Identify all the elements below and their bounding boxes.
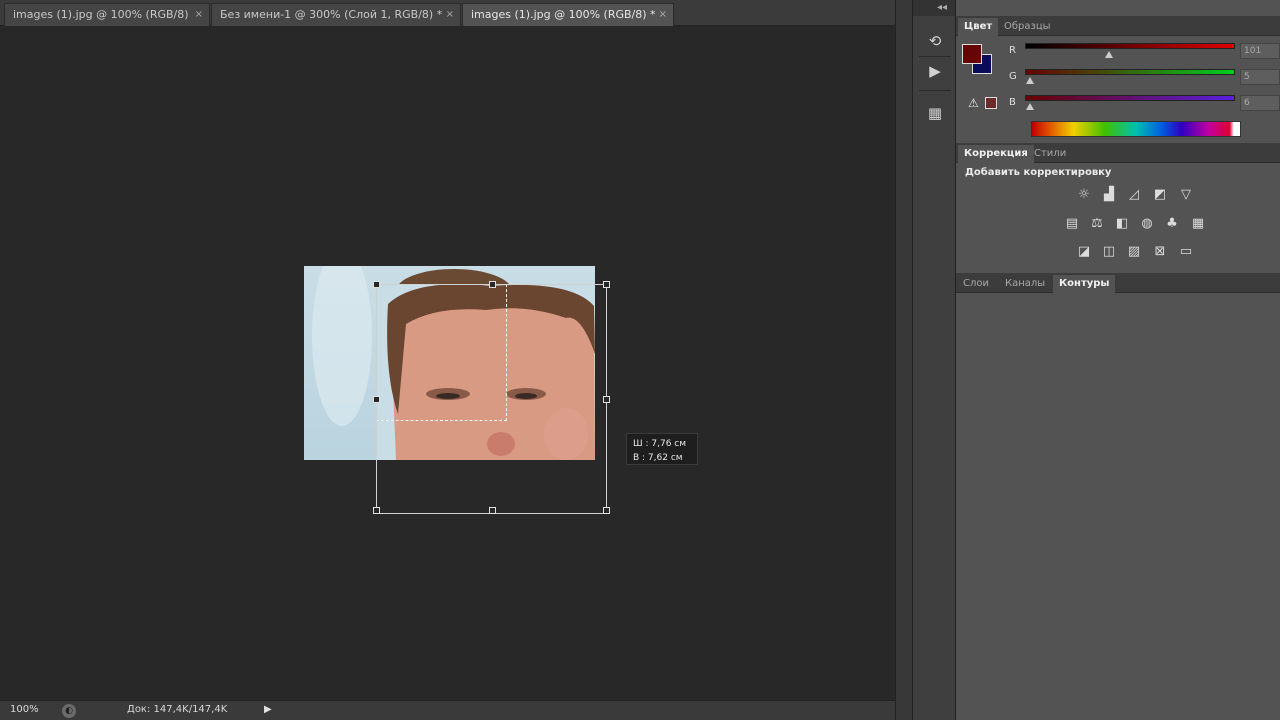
tab-styles[interactable]: Стили — [1028, 145, 1072, 163]
channel-value-g[interactable]: 5 — [1240, 69, 1280, 85]
layers-panel-tabs: Слои Каналы Контуры — [956, 273, 1280, 293]
selective-color-icon[interactable]: ⊠ — [1150, 243, 1170, 261]
transform-handle-top-left[interactable] — [373, 281, 380, 288]
color-balance-icon[interactable]: ⚖ — [1087, 215, 1107, 233]
right-panels: Цвет Образцы ⚠ R 101 G 5 B 6 Коррекция С… — [956, 0, 1280, 720]
brightness-contrast-icon[interactable]: ☼ — [1074, 186, 1094, 204]
document-tab-3[interactable]: images (1).jpg @ 100% (RGB/8) * × — [462, 3, 674, 26]
foreground-color-swatch[interactable] — [962, 44, 982, 64]
slider-thumb-blue[interactable] — [1026, 103, 1035, 110]
slider-blue[interactable] — [1025, 95, 1235, 110]
paths-panel-content — [956, 293, 1280, 720]
close-icon[interactable]: × — [195, 4, 203, 25]
collapsed-panel-dock: ◂◂ ⟲ ▶ ▦ — [912, 0, 956, 720]
color-spectrum-bar[interactable] — [1031, 121, 1241, 137]
close-icon[interactable]: × — [446, 4, 454, 25]
canvas-area[interactable]: Ш : 7,76 см В : 7,62 см — [0, 27, 895, 700]
channel-label-r: R — [1009, 45, 1016, 56]
posterize-icon[interactable]: ◫ — [1099, 243, 1119, 261]
dock-divider — [919, 90, 951, 91]
transform-size-tooltip: Ш : 7,76 см В : 7,62 см — [626, 433, 698, 465]
transform-handle-bottom-right[interactable] — [603, 507, 610, 514]
status-bar: 100% ◐ Док: 147,4K/147,4K ▶ — [0, 700, 895, 720]
document-tab-label: images (1).jpg @ 100% (RGB/8) — [13, 8, 189, 21]
channel-value-r[interactable]: 101 — [1240, 43, 1280, 59]
tooltip-height: В : 7,62 см — [633, 453, 683, 463]
transform-handle-top-right[interactable] — [603, 281, 610, 288]
close-icon[interactable]: × — [659, 4, 667, 25]
adjustments-panel-tabs: Коррекция Стили — [956, 143, 1280, 163]
gamut-color-swatch[interactable] — [985, 97, 997, 109]
slider-thumb-red[interactable] — [1105, 51, 1114, 58]
transform-handle-left[interactable] — [373, 396, 380, 403]
tab-channels[interactable]: Каналы — [999, 275, 1051, 293]
tab-swatches[interactable]: Образцы — [998, 18, 1057, 36]
collapse-dock-icon[interactable]: ◂◂ — [913, 0, 955, 16]
history-icon[interactable]: ⟲ — [923, 30, 947, 52]
black-white-icon[interactable]: ◧ — [1112, 215, 1132, 233]
gradient-map-icon[interactable]: ▭ — [1176, 243, 1196, 261]
tab-adjustments[interactable]: Коррекция — [958, 145, 1034, 163]
tab-color[interactable]: Цвет — [958, 18, 999, 36]
proof-icon[interactable]: ◐ — [62, 704, 76, 718]
tab-paths[interactable]: Контуры — [1053, 275, 1116, 293]
tab-layers[interactable]: Слои — [957, 275, 995, 293]
invert-icon[interactable]: ◪ — [1074, 243, 1094, 261]
document-tab-label: Без имени-1 @ 300% (Слой 1, RGB/8) * — [220, 8, 443, 21]
color-lookup-icon[interactable]: ▦ — [1188, 215, 1208, 233]
transform-handle-bottom-left[interactable] — [373, 507, 380, 514]
levels-icon[interactable]: ▟ — [1099, 186, 1119, 204]
properties-icon[interactable]: ▦ — [923, 102, 947, 124]
transform-handle-bottom[interactable] — [489, 507, 496, 514]
document-tab-label: images (1).jpg @ 100% (RGB/8) * — [471, 8, 656, 21]
document-tab-bar: images (1).jpg @ 100% (RGB/8) × Без имен… — [0, 0, 895, 26]
document-tab-1[interactable]: images (1).jpg @ 100% (RGB/8) × — [4, 3, 210, 26]
channel-mixer-icon[interactable]: ♣ — [1162, 215, 1182, 233]
document-tab-2[interactable]: Без имени-1 @ 300% (Слой 1, RGB/8) * × — [211, 3, 461, 26]
photo-filter-icon[interactable]: ◍ — [1137, 215, 1157, 233]
zoom-level[interactable]: 100% — [10, 704, 39, 715]
document-size-info: Док: 147,4K/147,4K — [127, 704, 228, 715]
channel-value-b[interactable]: 6 — [1240, 95, 1280, 111]
vertical-scrollbar[interactable] — [895, 0, 912, 720]
play-icon[interactable]: ▶ — [923, 60, 947, 82]
exposure-icon[interactable]: ◩ — [1150, 186, 1170, 204]
vibrance-icon[interactable]: ▽ — [1176, 186, 1196, 204]
slider-green[interactable] — [1025, 69, 1235, 84]
threshold-icon[interactable]: ▨ — [1124, 243, 1144, 261]
dock-divider — [919, 56, 951, 57]
add-adjustment-title: Добавить корректировку — [965, 167, 1112, 178]
curves-icon[interactable]: ◿ — [1124, 186, 1144, 204]
gamut-warning-icon[interactable]: ⚠ — [968, 96, 979, 110]
channel-label-g: G — [1009, 71, 1017, 82]
tooltip-width: Ш : 7,76 см — [633, 439, 687, 449]
status-menu-arrow-icon[interactable]: ▶ — [264, 704, 272, 715]
transform-handle-right[interactable] — [603, 396, 610, 403]
slider-thumb-green[interactable] — [1026, 77, 1035, 84]
photoshop-window: images (1).jpg @ 100% (RGB/8) × Без имен… — [0, 0, 1280, 720]
slider-red[interactable] — [1025, 43, 1235, 58]
channel-label-b: B — [1009, 97, 1016, 108]
transform-handle-top[interactable] — [489, 281, 496, 288]
free-transform-box[interactable] — [373, 281, 610, 514]
hue-saturation-icon[interactable]: ▤ — [1062, 215, 1082, 233]
color-panel-tabs: Цвет Образцы — [956, 16, 1280, 36]
